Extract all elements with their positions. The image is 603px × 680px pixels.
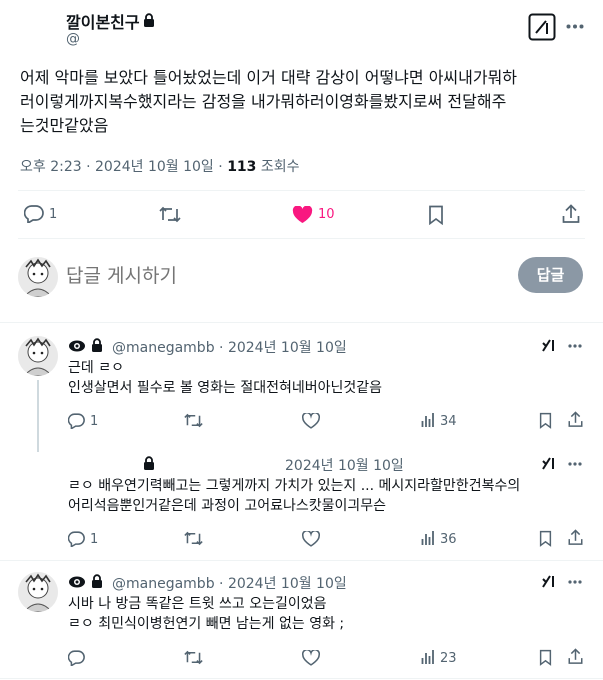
- divider: [18, 238, 585, 239]
- grok-icon[interactable]: [541, 573, 557, 589]
- like-count: 10: [318, 207, 335, 222]
- reply-icon[interactable]: [68, 413, 85, 429]
- divider: [0, 322, 603, 323]
- post-text-line: 어제 악마를 보았다 틀어놨었는데 이거 대략 감상이 어떻냐면 아씨내가뭐하: [20, 68, 518, 87]
- retweet-icon[interactable]: [184, 531, 203, 546]
- more-icon[interactable]: [566, 24, 584, 29]
- share-icon[interactable]: [568, 529, 583, 546]
- reply-avatar[interactable]: [18, 336, 58, 376]
- retweet-icon[interactable]: [184, 413, 203, 428]
- bookmark-icon[interactable]: [539, 412, 552, 429]
- reply-icon[interactable]: [68, 650, 85, 666]
- lock-icon: [91, 574, 103, 588]
- divider: [0, 560, 603, 561]
- post-text-line: 는것만같았음: [20, 116, 109, 135]
- bookmark-icon[interactable]: [539, 530, 552, 547]
- lock-icon: [143, 456, 155, 470]
- reply-handle[interactable]: @manegambb: [112, 576, 215, 592]
- reply-button-label: 답글: [536, 266, 565, 284]
- post-text: 어제 악마를 보았다 틀어놨었는데 이거 대략 감상이 어떻냐면 아씨내가뭐하 …: [20, 66, 517, 138]
- post-meta: 오후 2:23 · 2024년 10월 10일 · 113 조회수: [20, 159, 300, 175]
- reply-header: @manegambb · 2024년 10월 10일: [112, 340, 347, 356]
- avatar: [18, 257, 58, 297]
- reply-count: 1: [49, 207, 58, 222]
- reply-handle[interactable]: @manegambb: [112, 340, 215, 356]
- avatar-blurred[interactable]: [18, 14, 58, 54]
- share-icon[interactable]: [562, 204, 580, 224]
- thread-line: [37, 380, 39, 452]
- views-count: 36: [440, 532, 457, 547]
- views-count: 23: [440, 651, 457, 666]
- display-name[interactable]: 깔이본친구: [66, 9, 140, 33]
- reply-icon[interactable]: [24, 205, 44, 223]
- heart-icon[interactable]: [302, 531, 320, 547]
- views-count: 34: [440, 414, 457, 429]
- reply-text-line: 인생살면서 필수로 볼 영화는 절대전혀네버아닌것같음: [68, 380, 383, 396]
- views-count: 113: [227, 159, 257, 175]
- reply-text: ㄹㅇ 배우연기력빼고는 그렇게까지 가치가 있는지 ... 메시지라할만한건복수…: [68, 476, 520, 516]
- eye-icon: [68, 575, 86, 589]
- reply-text: 시바 나 방금 똑같은 트윗 쓰고 오는길이었음 ㄹㅇ 최민식이병헌연기 빼면 …: [68, 594, 344, 634]
- post-date[interactable]: 2024년 10월 10일: [95, 159, 214, 175]
- eye-icon: [68, 339, 86, 353]
- share-icon[interactable]: [568, 648, 583, 665]
- display-name-text: 깔이본친구: [66, 13, 140, 32]
- reply-text-line: 어리석음뿐인거같은데 과정이 고어료나스캇물이긔무슨: [68, 498, 387, 514]
- reply-date[interactable]: 2024년 10월 10일: [228, 340, 347, 356]
- reply-header: @manegambb · 2024년 10월 10일: [112, 576, 347, 592]
- heart-icon[interactable]: [302, 413, 320, 429]
- reply-text-line: ㄹㅇ 최민식이병헌연기 빼면 남는게 없는 영화 ;: [68, 616, 345, 632]
- heart-icon[interactable]: [302, 650, 320, 666]
- main-post: 깔이본친구 @ 어제 악마를 보았다 틀어놨었는데 이거 대략 감상이 어떻냐면…: [0, 0, 603, 240]
- reply-button[interactable]: 답글: [518, 257, 583, 293]
- views-icon[interactable]: [421, 412, 435, 428]
- reply-text-line: 시바 나 방금 똑같은 트윗 쓰고 오는길이었음: [68, 596, 327, 612]
- more-icon[interactable]: [568, 580, 582, 584]
- grok-icon[interactable]: [541, 337, 557, 353]
- retweet-icon[interactable]: [184, 650, 203, 665]
- divider: [0, 678, 603, 679]
- reply-count: 1: [90, 532, 99, 547]
- reply-date[interactable]: 2024년 10월 10일: [285, 455, 404, 475]
- post-time[interactable]: 오후 2:23: [20, 159, 82, 175]
- lock-icon: [143, 13, 155, 27]
- handle[interactable]: @: [66, 31, 80, 47]
- share-icon[interactable]: [568, 411, 583, 428]
- heart-icon[interactable]: [292, 206, 313, 224]
- grok-icon[interactable]: [541, 455, 557, 471]
- bookmark-icon[interactable]: [539, 649, 552, 666]
- views-label: 조회수: [260, 159, 300, 175]
- reply-count: 1: [90, 414, 99, 429]
- more-icon[interactable]: [568, 344, 582, 348]
- reply-avatar[interactable]: [18, 572, 58, 612]
- reply-text-line: ㄹㅇ 배우연기력빼고는 그렇게까지 가치가 있는지 ... 메시지라할만한건복수…: [68, 478, 521, 494]
- retweet-icon[interactable]: [159, 206, 181, 223]
- bookmark-icon[interactable]: [428, 205, 444, 225]
- post-text-line: 러이렇게까지복수했지라는 감정을 내가뭐하러이영화를봤지로써 전달해주: [20, 92, 507, 111]
- reply-icon[interactable]: [68, 531, 85, 547]
- views-icon[interactable]: [421, 530, 435, 546]
- grok-icon[interactable]: [528, 13, 556, 41]
- views-icon[interactable]: [421, 649, 435, 665]
- lock-icon: [91, 338, 103, 352]
- divider: [18, 190, 585, 191]
- reply-text: 근데 ㄹㅇ 인생살면서 필수로 볼 영화는 절대전혀네버아닌것같음: [68, 358, 382, 398]
- reply-input[interactable]: [66, 262, 466, 290]
- reply-date[interactable]: 2024년 10월 10일: [228, 576, 347, 592]
- more-icon[interactable]: [568, 462, 582, 466]
- reply-text-line: 근데 ㄹㅇ: [68, 360, 124, 376]
